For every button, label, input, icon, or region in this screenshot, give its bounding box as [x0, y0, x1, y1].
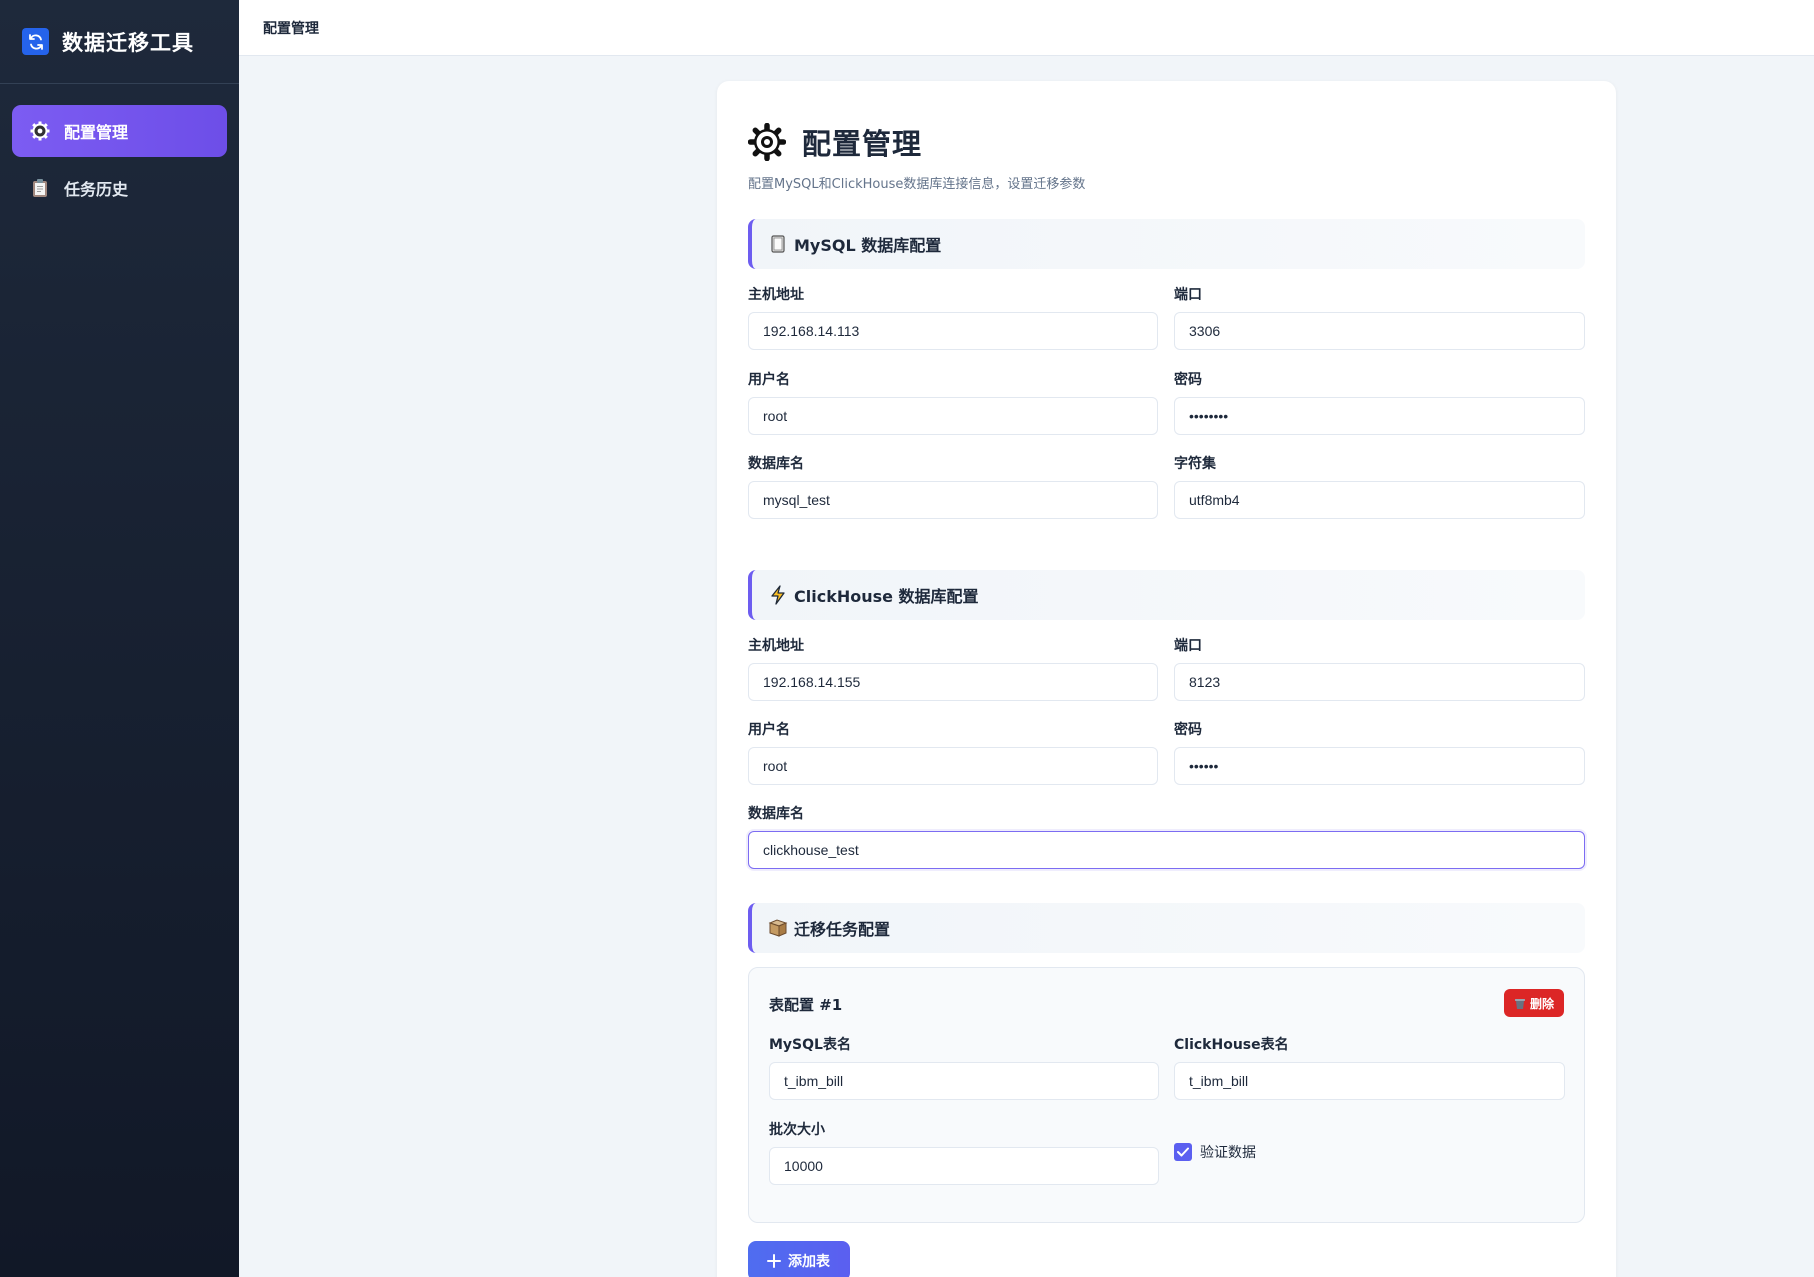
- mysql-port-label: 端口: [1174, 287, 1202, 303]
- topbar: 配置管理: [239, 0, 1814, 56]
- package-icon: [768, 918, 788, 938]
- sidebar-item-label: 任务历史: [64, 180, 129, 199]
- mysql-user-input[interactable]: [748, 397, 1158, 435]
- mysql-host-label: 主机地址: [748, 287, 804, 303]
- batch-size-input[interactable]: [769, 1147, 1159, 1185]
- sidebar: 数据迁移工具 配置管理 任务历史: [0, 0, 239, 1277]
- clickhouse-user-label: 用户名: [748, 722, 790, 738]
- page-subtitle: 配置MySQL和ClickHouse数据库连接信息，设置迁移参数: [748, 177, 1086, 192]
- mysql-charset-input[interactable]: [1174, 481, 1585, 519]
- table-config-title: 表配置 #1: [769, 996, 843, 1014]
- clickhouse-database-input[interactable]: [748, 831, 1585, 869]
- mysql-password-label: 密码: [1174, 372, 1202, 388]
- verify-data-label: 验证数据: [1200, 1145, 1256, 1161]
- clickhouse-user-input[interactable]: [748, 747, 1158, 785]
- mysql-port-input[interactable]: [1174, 312, 1585, 350]
- gear-icon: [747, 122, 787, 162]
- database-icon: [768, 234, 788, 254]
- mysql-database-label: 数据库名: [748, 456, 804, 472]
- sync-icon: [22, 28, 49, 55]
- clickhouse-password-label: 密码: [1174, 722, 1202, 738]
- clickhouse-table-input[interactable]: [1174, 1062, 1565, 1100]
- mysql-host-input[interactable]: [748, 312, 1158, 350]
- section-title: 迁移任务配置: [794, 920, 891, 939]
- breadcrumb: 配置管理: [263, 20, 319, 37]
- section-title: MySQL 数据库配置: [794, 236, 942, 255]
- migration-section-header: 迁移任务配置: [748, 903, 1585, 953]
- section-title: ClickHouse 数据库配置: [794, 587, 979, 606]
- clickhouse-port-label: 端口: [1174, 638, 1202, 654]
- clickhouse-port-input[interactable]: [1174, 663, 1585, 701]
- mysql-table-label: MySQL表名: [769, 1037, 851, 1053]
- verify-data-checkbox[interactable]: 验证数据: [1174, 1142, 1256, 1162]
- clipboard-icon: [29, 177, 51, 199]
- mysql-user-label: 用户名: [748, 372, 790, 388]
- gear-icon: [29, 120, 51, 142]
- mysql-password-input[interactable]: [1174, 397, 1585, 435]
- mysql-database-input[interactable]: [748, 481, 1158, 519]
- table-config-card: 表配置 #1 删除 MySQL表名 ClickHouse表名 批次大小 验证数据: [748, 967, 1585, 1223]
- clickhouse-database-label: 数据库名: [748, 806, 804, 822]
- app-title: 数据迁移工具: [62, 30, 194, 55]
- clickhouse-password-input[interactable]: [1174, 747, 1585, 785]
- lightning-icon: [768, 585, 788, 605]
- mysql-table-input[interactable]: [769, 1062, 1159, 1100]
- batch-size-label: 批次大小: [769, 1122, 825, 1138]
- sidebar-item-history[interactable]: 任务历史: [12, 162, 227, 214]
- mysql-charset-label: 字符集: [1174, 456, 1216, 472]
- brand: 数据迁移工具: [0, 0, 239, 84]
- clickhouse-section-header: ClickHouse 数据库配置: [748, 570, 1585, 620]
- clickhouse-host-label: 主机地址: [748, 638, 804, 654]
- page-title: 配置管理: [802, 127, 923, 161]
- checkmark-icon: [1174, 1143, 1192, 1161]
- sidebar-item-label: 配置管理: [64, 123, 129, 142]
- plus-icon: [766, 1253, 782, 1269]
- clickhouse-table-label: ClickHouse表名: [1174, 1037, 1289, 1053]
- sidebar-item-config[interactable]: 配置管理: [12, 105, 227, 157]
- config-card: 配置管理 配置MySQL和ClickHouse数据库连接信息，设置迁移参数 My…: [717, 81, 1616, 1277]
- add-table-button[interactable]: 添加表: [748, 1241, 850, 1277]
- delete-table-button[interactable]: 删除: [1503, 989, 1564, 1017]
- page-header: 配置管理: [747, 121, 923, 163]
- mysql-section-header: MySQL 数据库配置: [748, 219, 1585, 269]
- delete-label: 删除: [1529, 996, 1554, 1011]
- trash-icon: [1514, 997, 1526, 1010]
- clickhouse-host-input[interactable]: [748, 663, 1158, 701]
- add-table-label: 添加表: [788, 1253, 830, 1269]
- sidebar-nav: 配置管理 任务历史: [0, 84, 239, 240]
